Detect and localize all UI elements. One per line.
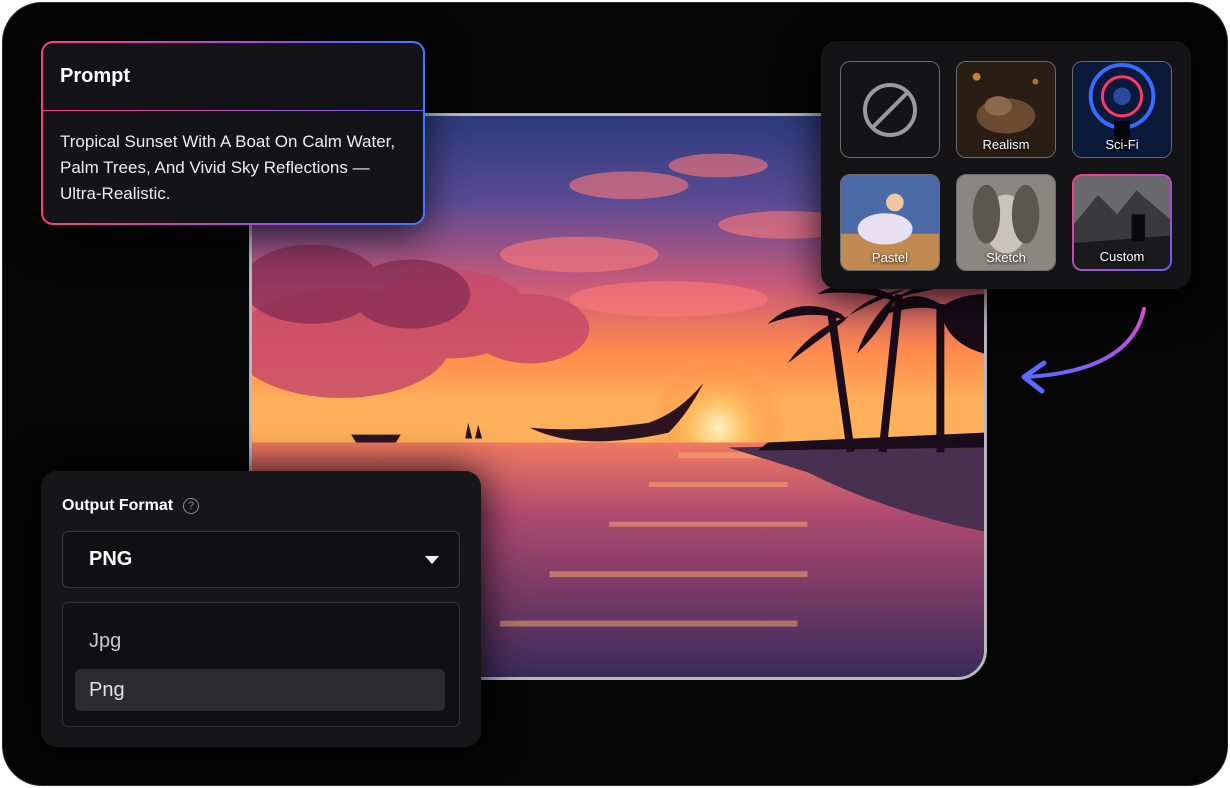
option-png[interactable]: Png	[75, 669, 445, 711]
output-format-selected-value: PNG	[89, 548, 133, 570]
output-format-select[interactable]: PNG	[62, 531, 460, 588]
caret-down-icon	[425, 555, 439, 564]
style-tile-realism[interactable]: Realism	[956, 61, 1056, 158]
help-icon[interactable]: ?	[183, 498, 200, 514]
no-style-icon	[863, 82, 917, 137]
curved-arrow-icon	[1021, 307, 1146, 394]
style-label-pastel: Pastel	[871, 250, 909, 265]
style-label-scifi: Sci-Fi	[1105, 137, 1139, 152]
style-tile-pastel[interactable]: Pastel	[840, 174, 940, 271]
style-picker: Realism Sci-Fi Pastel Sketch Custom	[821, 41, 1191, 289]
output-format-title: Output Format	[62, 497, 174, 514]
style-tile-custom[interactable]: Custom	[1072, 174, 1172, 271]
option-jpg[interactable]: Jpg	[75, 620, 445, 662]
prompt-card: Prompt Tropical Sunset With A Boat On Ca…	[41, 41, 425, 225]
style-label-sketch: Sketch	[986, 250, 1026, 265]
prompt-text[interactable]: Tropical Sunset With A Boat On Calm Wate…	[43, 111, 423, 207]
style-tile-scifi[interactable]: Sci-Fi	[1072, 61, 1172, 158]
style-tile-none[interactable]	[840, 61, 940, 158]
prompt-title: Prompt	[43, 43, 423, 111]
output-format-heading: Output Format ?	[62, 497, 200, 515]
style-label-realism: Realism	[982, 137, 1030, 152]
app-frame: Prompt Tropical Sunset With A Boat On Ca…	[2, 2, 1228, 786]
output-format-panel: Output Format ? PNG Jpg Png	[41, 471, 481, 747]
output-format-options: Jpg Png	[62, 602, 460, 727]
style-tile-sketch[interactable]: Sketch	[956, 174, 1056, 271]
style-label-custom: Custom	[1099, 249, 1145, 264]
